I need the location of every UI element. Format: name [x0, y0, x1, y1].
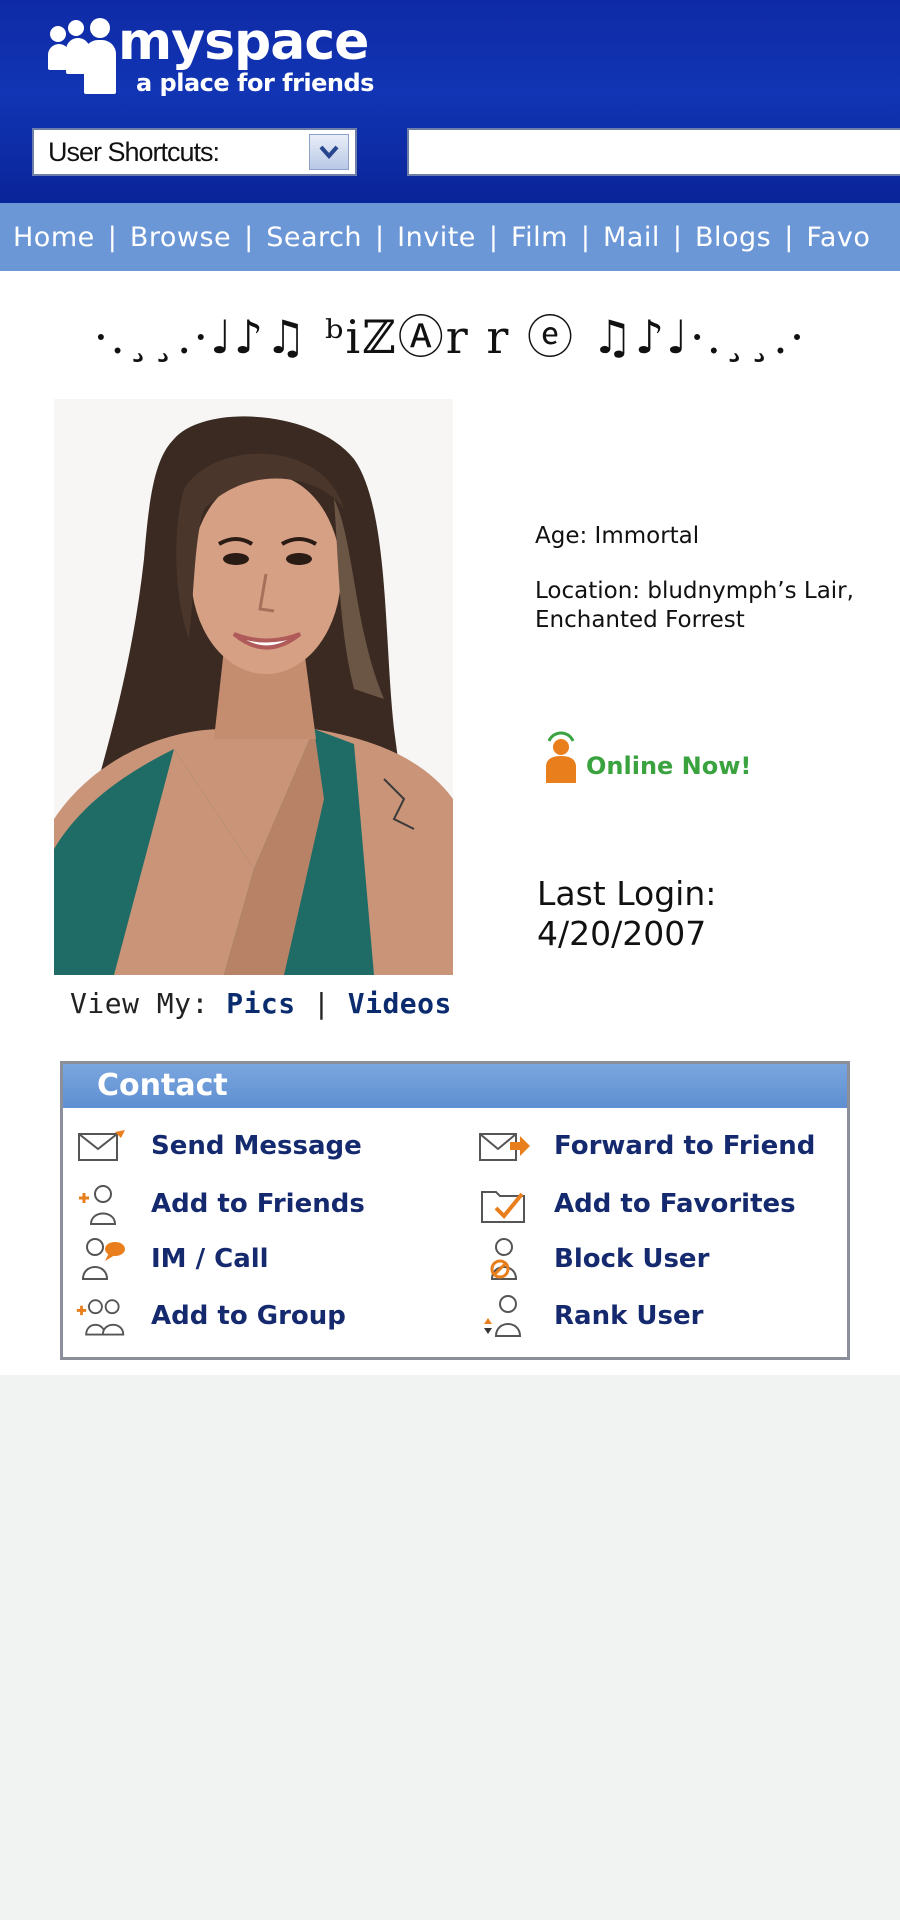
online-now-text: Online Now! — [586, 752, 752, 780]
online-status: Online Now! — [540, 731, 751, 783]
contact-title: Contact — [63, 1064, 847, 1108]
nav-separator: | — [672, 221, 682, 253]
block-user-icon — [478, 1237, 530, 1281]
contact-box: Contact Send Message Forward to Friend A… — [60, 1061, 850, 1360]
favorites-folder-icon — [478, 1182, 530, 1226]
im-call-icon — [75, 1237, 127, 1281]
myspace-logo[interactable]: myspace a place for friends — [46, 14, 374, 96]
nav-film[interactable]: Film — [511, 222, 568, 253]
add-to-group-link[interactable]: Add to Group — [75, 1294, 346, 1338]
forward-envelope-icon — [478, 1124, 530, 1168]
add-friend-icon — [75, 1182, 127, 1226]
last-login-date: 4/20/2007 — [537, 914, 707, 953]
nav-separator: | — [244, 221, 254, 253]
nav-blogs[interactable]: Blogs — [695, 222, 771, 253]
videos-link[interactable]: Videos — [348, 987, 452, 1020]
pics-link[interactable]: Pics — [226, 987, 295, 1020]
nav-invite[interactable]: Invite — [397, 222, 476, 253]
block-user-link[interactable]: Block User — [478, 1237, 709, 1281]
brand-name: myspace — [118, 12, 369, 72]
view-my-label: View My: — [70, 987, 209, 1020]
people-logo-icon — [46, 18, 118, 96]
nav-separator: | — [107, 221, 117, 253]
profile-location: Location: bludnymph’s Lair, Enchanted Fo… — [535, 578, 854, 633]
last-login: Last Login: 4/20/2007 — [537, 874, 716, 954]
nav-mail[interactable]: Mail — [603, 222, 660, 253]
nav-home[interactable]: Home — [13, 222, 95, 253]
view-my-separator: | — [313, 987, 331, 1020]
header: myspace a place for friends User Shortcu… — [0, 0, 900, 203]
im-call-link[interactable]: IM / Call — [75, 1237, 269, 1281]
add-to-friends-link[interactable]: Add to Friends — [75, 1182, 365, 1226]
nav-favorites[interactable]: Favo — [806, 222, 870, 253]
forward-to-friend-link[interactable]: Forward to Friend — [478, 1124, 815, 1168]
view-my-links: View My: Pics | Videos — [70, 987, 452, 1020]
profile-age: Age: Immortal — [535, 523, 700, 549]
nav-separator: | — [580, 221, 590, 253]
profile-content: ·.¸¸.·♩♪♫ ᵇiℤⒶr r ⓔ ♫♪♩·.¸¸.· Age: Immor… — [0, 271, 900, 1375]
main-nav: Home | Browse | Search | Invite | Film |… — [0, 203, 900, 271]
user-shortcuts-select[interactable]: User Shortcuts: — [32, 128, 357, 176]
envelope-icon — [75, 1124, 127, 1168]
rank-user-link[interactable]: Rank User — [478, 1294, 703, 1338]
nav-separator: | — [375, 221, 385, 253]
online-person-icon — [540, 731, 582, 783]
profile-title: ·.¸¸.·♩♪♫ ᵇiℤⒶr r ⓔ ♫♪♩·.¸¸.· — [93, 310, 807, 364]
add-to-favorites-link[interactable]: Add to Favorites — [478, 1182, 796, 1226]
chevron-down-icon[interactable] — [309, 134, 349, 170]
brand-tagline: a place for friends — [136, 69, 374, 97]
nav-separator: | — [784, 221, 794, 253]
rank-user-icon — [478, 1294, 530, 1338]
nav-browse[interactable]: Browse — [130, 222, 231, 253]
user-shortcuts-label: User Shortcuts: — [48, 136, 220, 167]
nav-separator: | — [488, 221, 499, 253]
send-message-link[interactable]: Send Message — [75, 1124, 362, 1168]
nav-search[interactable]: Search — [266, 222, 362, 253]
add-group-icon — [75, 1294, 127, 1338]
profile-photo[interactable] — [54, 399, 453, 975]
search-input[interactable] — [407, 128, 900, 176]
last-login-label: Last Login: — [537, 874, 717, 913]
